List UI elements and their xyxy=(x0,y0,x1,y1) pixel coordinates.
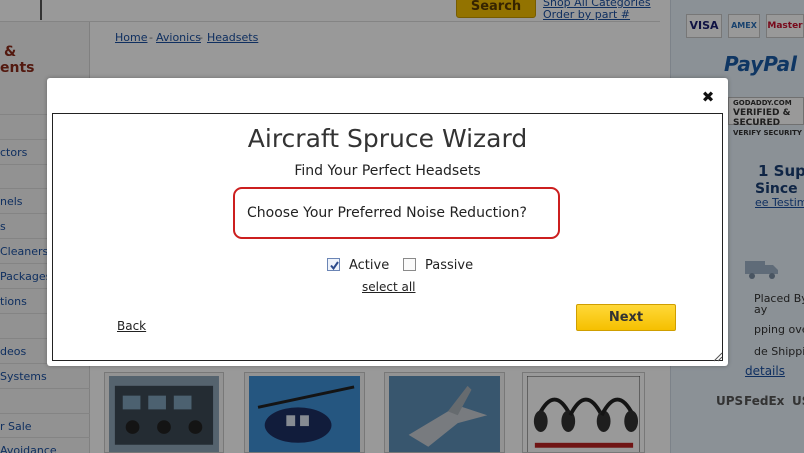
next-button[interactable]: Next xyxy=(576,304,676,331)
wizard-title: Aircraft Spruce Wizard xyxy=(247,124,528,153)
back-link[interactable]: Back xyxy=(117,319,146,333)
active-option-label[interactable]: Active xyxy=(349,258,389,273)
close-icon[interactable]: ✖ xyxy=(700,89,716,105)
wizard-subtitle: Find Your Perfect Headsets xyxy=(294,163,481,179)
select-all-link[interactable]: select all xyxy=(362,280,416,294)
passive-checkbox[interactable] xyxy=(403,258,416,271)
checkmark-icon xyxy=(330,261,339,271)
resize-grip-icon[interactable] xyxy=(711,350,723,362)
active-checkbox[interactable] xyxy=(327,258,340,271)
wizard-question: Choose Your Preferred Noise Reduction? xyxy=(247,205,527,221)
passive-option-label[interactable]: Passive xyxy=(425,258,473,273)
